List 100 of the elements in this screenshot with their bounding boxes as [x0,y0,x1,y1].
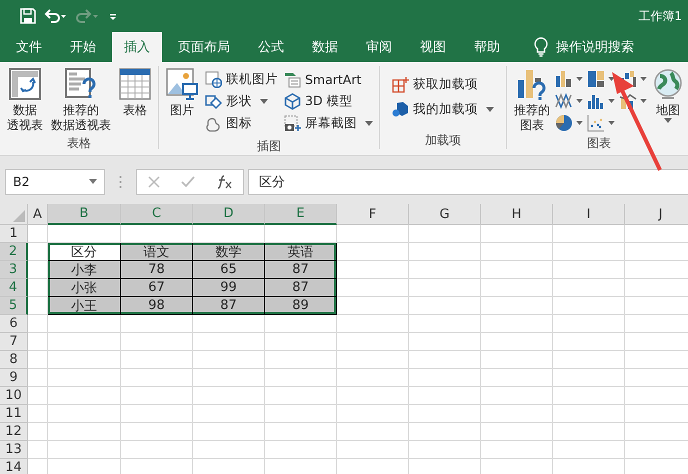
formula-input[interactable]: 区分 [248,168,688,194]
empty-cell [193,387,265,405]
tell-me-search[interactable]: 操作说明搜索 [556,38,634,56]
row-header[interactable]: 3 [0,261,28,279]
empty-cell [265,333,337,351]
ribbon-tab[interactable]: 审阅 [354,32,404,62]
empty-cell [553,297,625,315]
row-header[interactable]: 4 [0,279,28,297]
line-chart-icon [555,92,573,110]
ribbon-button[interactable]: 数据 透视表 [4,66,46,135]
empty-cell [265,369,337,387]
row-header[interactable]: 1 [0,225,28,243]
empty-cell [481,261,553,279]
empty-cell [553,369,625,387]
ribbon-tab[interactable]: 视图 [408,32,458,62]
ribbon-button[interactable]: SmartArt [284,68,373,90]
empty-cell [121,387,193,405]
ribbon-tab[interactable]: 页面布局 [166,32,242,62]
ribbon-tab[interactable]: 数据 [300,32,350,62]
ribbon-button[interactable]: 图片 [163,66,201,138]
column-header[interactable]: J [625,204,688,225]
empty-cell [121,441,193,459]
row-header[interactable]: 13 [0,441,28,459]
ribbon-tab[interactable]: 开始 [58,32,108,62]
ribbon-button[interactable]: 获取加载项 [392,74,494,96]
column-header[interactable]: H [481,204,553,225]
empty-cell [121,405,193,423]
empty-cell [337,225,409,243]
empty-cell [409,423,481,441]
ribbon-button[interactable]: 表格 [116,66,154,135]
empty-cell [337,315,409,333]
empty-cell [337,333,409,351]
column-header[interactable]: B [48,204,121,225]
row-header[interactable]: 6 [0,315,28,333]
group-label: 插图 [256,138,282,155]
ribbon-button[interactable]: 形状 [205,90,278,112]
table-icon [119,68,151,100]
row-header[interactable]: 14 [0,459,28,474]
ribbon-button[interactable]: 推荐的 图表 [511,66,553,135]
caret-icon [640,77,647,81]
ribbon-button[interactable]: 地图 [649,66,687,135]
empty-cell [409,333,481,351]
row-header[interactable]: 2 [0,243,28,261]
picture-icon [166,68,198,100]
ribbon-tab[interactable]: 公式 [246,32,296,62]
row-header[interactable]: 10 [0,387,28,405]
column-header[interactable]: E [265,204,337,225]
empty-cell [337,423,409,441]
name-box[interactable]: B2 [5,168,105,194]
row-header[interactable]: 12 [0,423,28,441]
undo-icon[interactable] [44,8,68,24]
ribbon-tab[interactable]: 帮助 [462,32,512,62]
check-icon[interactable] [180,176,195,188]
empty-cell [121,423,193,441]
ribbon-tab[interactable]: 文件 [4,32,54,62]
column-header[interactable]: G [409,204,481,225]
empty-cell [265,387,337,405]
ribbon-button[interactable]: 推荐的 数据透视表 [48,66,114,135]
empty-cell [337,351,409,369]
empty-cell [265,423,337,441]
empty-cell [481,387,553,405]
group-label: 表格 [66,135,92,152]
empty-cell [265,315,337,333]
treemap-chart-button[interactable] [587,68,615,90]
row-header[interactable]: 7 [0,333,28,351]
cube-shape-icon [392,101,409,118]
save-icon[interactable] [20,8,36,24]
scatter-chart-button[interactable] [587,112,615,134]
pie-chart-button[interactable] [555,112,583,134]
group-label: 加载项 [424,132,462,149]
row-header[interactable]: 8 [0,351,28,369]
empty-cell [481,279,553,297]
ribbon-button[interactable]: 3D 模型 [284,90,373,112]
bar-chart-button[interactable] [555,68,583,90]
row-header[interactable]: 9 [0,369,28,387]
table-cell: 数学 [193,243,265,261]
ribbon-button-label: 我的加载项 [413,101,478,118]
bar-chart-icon [555,70,573,88]
function-icon[interactable] [216,174,232,188]
column-header[interactable]: A [28,204,48,225]
caret-icon [640,99,647,103]
column-header[interactable]: D [193,204,265,225]
ribbon-tab[interactable]: 插入 [112,32,162,62]
ribbon-button[interactable]: 图标 [205,112,278,134]
empty-cell [481,243,553,261]
column-header[interactable]: I [553,204,625,225]
row-header[interactable]: 11 [0,405,28,423]
empty-cell [121,351,193,369]
picture-globe-icon [205,70,222,88]
empty-cell [481,405,553,423]
empty-cell [265,441,337,459]
ribbon-button[interactable]: 屏幕截图 [284,112,373,134]
ribbon-button[interactable]: 我的加载项 [392,98,494,120]
table-cell: 89 [265,297,337,315]
column-header[interactable]: F [337,204,409,225]
column-header[interactable]: C [121,204,193,225]
table-cell: 语文 [121,243,193,261]
ribbon-button[interactable]: 联机图片 [205,68,278,90]
empty-cell [481,351,553,369]
row-header[interactable]: 5 [0,297,28,315]
